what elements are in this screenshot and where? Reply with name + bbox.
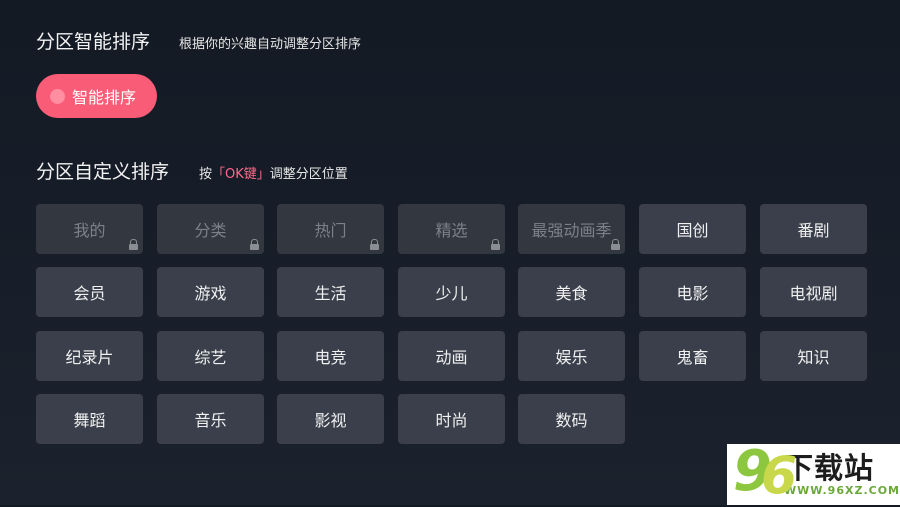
category-tile: 最强动画季 [518,204,625,254]
hint-prefix: 按 [199,167,213,182]
toggle-dot-icon [50,88,65,104]
watermark-logo: 9 6 [733,440,797,506]
category-tile-label: 电竞 [314,348,347,367]
category-tile-label: 音乐 [194,411,227,430]
custom-sort-hint: 按「OK键」调整分区位置 [199,163,348,182]
category-tile[interactable]: 影视 [277,394,384,444]
category-tile-label: 分类 [194,221,227,240]
category-tile[interactable]: 生活 [277,267,384,317]
category-tile[interactable]: 少儿 [398,267,505,317]
category-tile[interactable]: 游戏 [157,267,264,317]
category-tile-label: 少儿 [435,284,468,303]
watermark-title: 下载站 [784,450,875,485]
category-tile-label: 生活 [314,284,347,303]
category-tile-grid: 我的 分类 热门 精选 最强动画季 国创 番剧会员 游戏 生活 少儿 美食 电影 电视剧纪录片 综艺 电竞 动… [36,204,867,444]
category-tile-label: 番剧 [797,221,830,240]
category-tile-label: 影视 [314,411,347,430]
category-tile[interactable]: 时尚 [398,394,505,444]
category-tile-label: 娱乐 [555,348,588,367]
category-tile-label: 最强动画季 [531,221,612,240]
category-tile[interactable]: 电影 [639,267,746,317]
watermark-url: WWW.96XZ.COM [784,483,900,497]
category-tile: 精选 [398,204,505,254]
watermark-logo-digit: 6 [761,445,798,506]
category-tile[interactable]: 番剧 [760,204,867,254]
category-tile[interactable]: 会员 [36,267,143,317]
category-tile[interactable]: 综艺 [157,331,264,381]
category-tile[interactable]: 国创 [639,204,746,254]
custom-sort-title: 分区自定义排序 [36,161,170,183]
category-tile[interactable]: 纪录片 [36,331,143,381]
category-tile[interactable]: 舞蹈 [36,394,143,444]
category-tile-label: 游戏 [194,284,227,303]
category-tile-label: 美食 [555,284,588,303]
category-tile[interactable]: 知识 [760,331,867,381]
category-tile[interactable]: 电竞 [277,331,384,381]
category-tile[interactable]: 美食 [518,267,625,317]
category-tile: 我的 [36,204,143,254]
site-watermark: 9 6 下载站 WWW.96XZ.COM [727,440,900,506]
hint-ok-key: 「OK键」 [212,167,270,182]
category-tile[interactable]: 鬼畜 [639,331,746,381]
category-tile[interactable]: 动画 [398,331,505,381]
category-tile-label: 综艺 [194,348,227,367]
category-tile-label: 鬼畜 [676,348,709,367]
category-tile: 热门 [277,204,384,254]
category-tile-label: 精选 [435,221,468,240]
category-tile-label: 热门 [314,221,347,240]
category-tile-label: 电影 [676,284,709,303]
hint-suffix: 调整分区位置 [269,167,348,182]
category-tile-label: 时尚 [435,411,468,430]
category-tile-label: 数码 [555,411,588,430]
smart-sort-title: 分区智能排序 [36,31,151,53]
category-tile[interactable]: 音乐 [157,394,264,444]
category-tile: 分类 [157,204,264,254]
lock-icon [250,239,259,250]
lock-icon [370,239,379,250]
category-tile-label: 国创 [676,221,709,240]
category-tile[interactable]: 数码 [518,394,625,444]
category-tile-label: 会员 [73,284,106,303]
lock-icon [491,239,500,250]
smart-sort-description: 根据你的兴趣自动调整分区排序 [179,37,362,52]
category-tile-label: 我的 [73,221,106,240]
category-tile[interactable]: 娱乐 [518,331,625,381]
category-tile-label: 电视剧 [789,284,838,303]
lock-icon [129,239,138,250]
category-tile-label: 纪录片 [65,348,114,367]
lock-icon [611,239,620,250]
smart-sort-toggle-button[interactable]: 智能排序 [36,74,157,118]
category-tile-label: 动画 [435,348,468,367]
category-tile[interactable]: 电视剧 [760,267,867,317]
smart-sort-toggle-label: 智能排序 [72,88,137,107]
category-tile-label: 舞蹈 [73,411,106,430]
category-tile-label: 知识 [797,348,830,367]
